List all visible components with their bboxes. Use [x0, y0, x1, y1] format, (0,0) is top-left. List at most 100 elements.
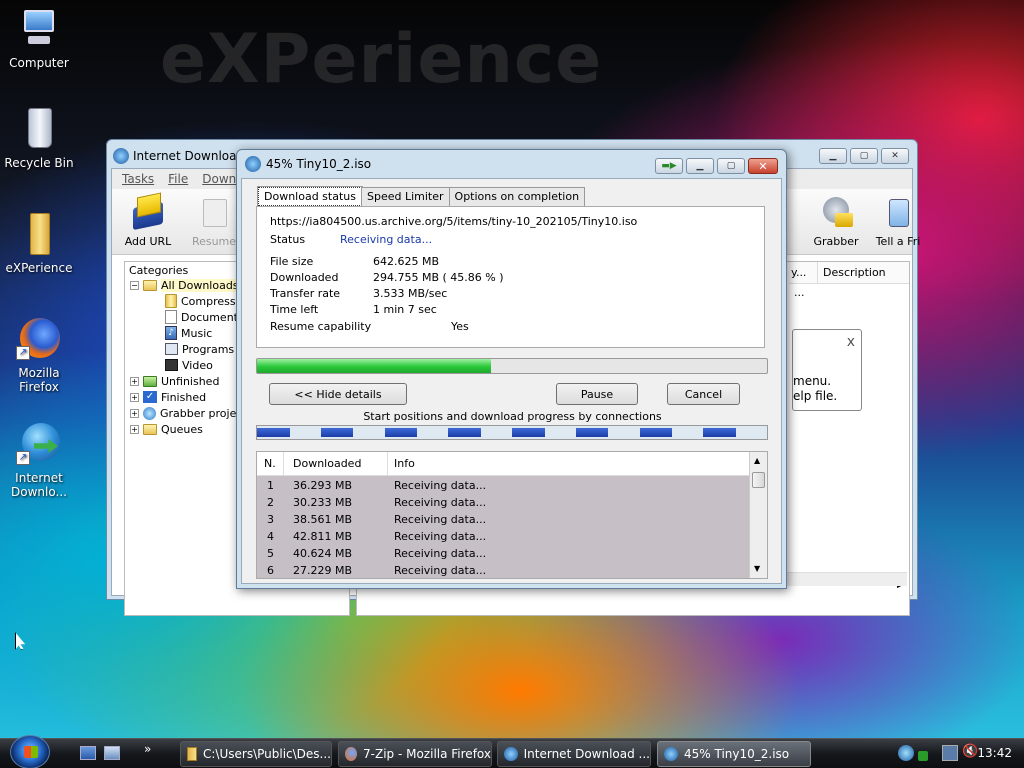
idm-tray-icon[interactable] — [898, 745, 914, 761]
switch-windows-icon[interactable] — [104, 746, 120, 760]
tab-options-on-completion[interactable]: Options on completion — [448, 187, 586, 206]
desktop-icon-label-line2: Downlo... — [11, 485, 67, 499]
tab-speed-limiter[interactable]: Speed Limiter — [360, 187, 450, 206]
grabber-button[interactable]: Grabber — [806, 193, 866, 248]
main-window-titlebar[interactable]: Internet Download — [113, 146, 244, 166]
resume-button[interactable]: Resume — [184, 193, 244, 248]
volume-muted-icon[interactable]: 🔇 — [962, 744, 978, 759]
firefox-icon — [345, 747, 358, 761]
desktop-icon-firefox[interactable]: ↗ Mozilla Firefox — [0, 316, 78, 394]
tooltip-text-line2: elp file. — [793, 389, 838, 403]
tree-item-label: Grabber projec — [160, 406, 243, 420]
menu-tasks[interactable]: Tasks — [122, 172, 154, 186]
security-tray-icon[interactable] — [918, 751, 928, 761]
close-icon[interactable]: x — [847, 334, 855, 350]
info-tooltip: x menu. elp file. — [792, 329, 862, 411]
folder-icon — [143, 375, 157, 387]
connection-row[interactable]: 1 36.293 MB Receiving data... — [257, 478, 749, 495]
grabber-icon — [143, 406, 156, 420]
tree-item-finished[interactable]: + ✓ Finished — [130, 389, 206, 405]
dialog-titlebar[interactable]: 45% Tiny10_2.iso — [245, 156, 371, 172]
network-tray-icon[interactable] — [942, 745, 958, 761]
desktop-icon-recycle-bin[interactable]: Recycle Bin — [0, 106, 78, 170]
maximize-button[interactable]: ▢ — [850, 148, 878, 164]
taskbar-button-download-dialog[interactable]: 45% Tiny10_2.iso — [657, 741, 811, 767]
connection-row[interactable]: 3 38.561 MB Receiving data... — [257, 512, 749, 529]
tree-item-label: Unfinished — [161, 374, 220, 388]
scrollbar-thumb[interactable] — [752, 472, 765, 488]
close-button[interactable]: ✕ — [881, 148, 909, 164]
desktop-icon-computer[interactable]: Computer — [0, 6, 78, 70]
tree-item-documents[interactable]: Documents — [165, 309, 244, 325]
expand-icon[interactable]: + — [130, 376, 139, 386]
desktop-icon-label-line1: Internet — [15, 471, 63, 485]
tree-item-label: Queues — [161, 422, 203, 436]
connection-row[interactable]: 5 40.624 MB Receiving data... — [257, 546, 749, 563]
connections-scrollbar[interactable]: ▲ ▼ — [749, 452, 767, 578]
recycle-bin-icon — [16, 106, 62, 152]
connection-progress-segment — [320, 428, 354, 437]
download-progress-dialog[interactable]: 45% Tiny10_2.iso ▬▶ ▁ ▢ ✕ Download statu… — [236, 149, 787, 589]
cancel-button[interactable]: Cancel — [667, 383, 740, 405]
taskbar-button-explorer[interactable]: C:\Users\Public\Des... — [180, 741, 332, 767]
add-url-icon — [129, 192, 167, 231]
column-header-n[interactable]: N. — [264, 457, 276, 470]
desktop-icon-label-line1: Mozilla — [18, 366, 60, 380]
start-button[interactable] — [10, 735, 50, 768]
tree-item-label: All Downloads — [161, 278, 239, 292]
tab-download-status[interactable]: Download status — [257, 186, 363, 207]
tree-item-programs[interactable]: Programs — [165, 341, 234, 357]
pause-button[interactable]: Pause — [556, 383, 638, 405]
minimize-button[interactable]: ▁ — [819, 148, 847, 164]
desktop-icon-idm[interactable]: ↗ Internet Downlo... — [0, 421, 78, 499]
column-header-partial[interactable]: y... — [791, 266, 806, 279]
connection-progress-segment — [448, 428, 481, 437]
main-window-title: Internet Download — [133, 149, 245, 163]
taskbar-button-label: C:\Users\Public\Des... — [203, 747, 331, 761]
scroll-down-arrow[interactable]: ▼ — [754, 564, 760, 573]
tree-item-music[interactable]: ♪ Music — [165, 325, 212, 341]
tree-item-video[interactable]: Video — [165, 357, 213, 373]
connection-info: Receiving data... — [394, 479, 487, 492]
connections-list: N. Downloaded Info 1 36.293 MB Receiving d… — [256, 451, 768, 579]
transfer-rate-label: Transfer rate — [270, 287, 341, 300]
download-progress-fill — [257, 359, 491, 373]
hide-details-button[interactable]: << Hide details — [269, 383, 407, 405]
taskbar-button-firefox[interactable]: 7-Zip - Mozilla Firefox — [338, 741, 492, 767]
idm-icon: ↗ — [16, 421, 62, 467]
column-header-info[interactable]: Info — [394, 457, 415, 470]
tree-item-unfinished[interactable]: + Unfinished — [130, 373, 219, 389]
connection-row[interactable]: 2 30.233 MB Receiving data... — [257, 495, 749, 512]
send-to-tray-button[interactable]: ▬▶ — [655, 158, 683, 174]
connection-row[interactable]: 6 27.229 MB Receiving data... — [257, 563, 749, 578]
expand-icon[interactable]: + — [130, 392, 139, 402]
tell-friend-button[interactable]: Tell a Fri — [868, 193, 928, 248]
music-icon: ♪ — [165, 326, 177, 340]
tree-item-grabber-projects[interactable]: + Grabber projec — [130, 405, 242, 421]
connection-downloaded: 40.624 MB — [293, 547, 353, 560]
tree-item-queues[interactable]: + Queues — [130, 421, 203, 437]
column-header-downloaded[interactable]: Downloaded — [293, 457, 361, 470]
taskbar-button-idm[interactable]: Internet Download ... — [497, 741, 651, 767]
connections-progress-bar — [256, 425, 768, 440]
expand-icon[interactable]: + — [130, 408, 139, 418]
collapse-icon[interactable]: − — [130, 280, 139, 290]
tree-item-all-downloads[interactable]: − All Downloads — [130, 277, 239, 293]
menu-file[interactable]: File — [168, 172, 188, 186]
file-size-value: 642.625 MB — [373, 255, 440, 268]
desktop-icon-experience[interactable]: eXPerience — [0, 211, 78, 275]
grabber-label: Grabber — [813, 235, 859, 248]
minimize-button[interactable]: ▁ — [686, 158, 714, 174]
close-button[interactable]: ✕ — [748, 158, 778, 174]
maximize-button[interactable]: ▢ — [717, 158, 745, 174]
tray-clock[interactable]: 13:42 — [977, 746, 1012, 760]
connection-row[interactable]: 4 42.811 MB Receiving data... — [257, 529, 749, 546]
connection-progress-segment — [703, 428, 736, 437]
show-desktop-icon[interactable] — [80, 746, 96, 760]
add-url-button[interactable]: Add URL — [118, 192, 178, 248]
scroll-up-arrow[interactable]: ▲ — [754, 456, 760, 465]
idm-icon — [113, 148, 129, 164]
quicklaunch-more-button[interactable]: » — [144, 742, 151, 756]
expand-icon[interactable]: + — [130, 424, 139, 434]
column-header-description[interactable]: Description — [823, 266, 886, 279]
